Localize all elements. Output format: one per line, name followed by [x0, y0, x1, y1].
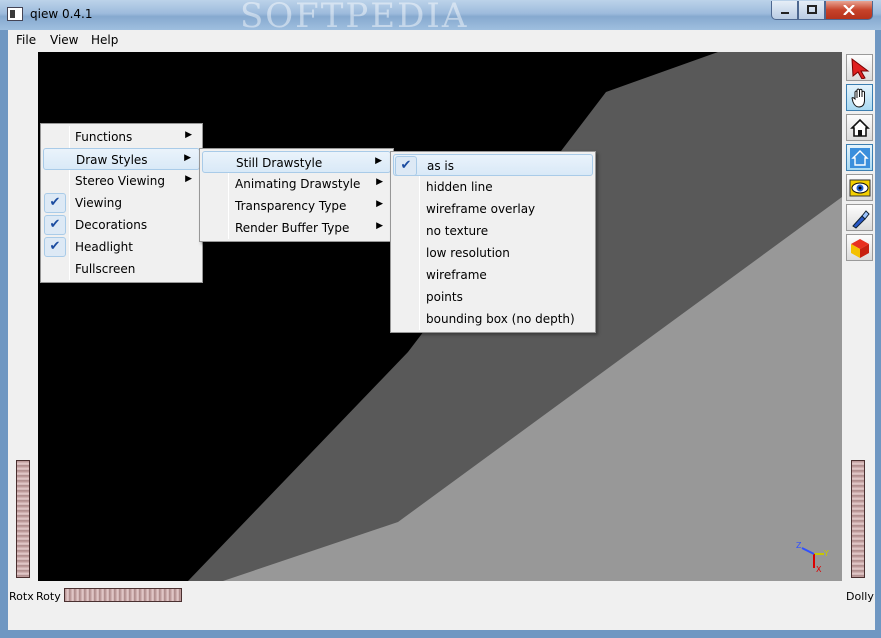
submenu-arrow-icon: ▶: [376, 221, 383, 231]
menu-item-headlight[interactable]: ✔ Headlight: [43, 236, 200, 258]
menu-item-as-is[interactable]: ✔ as is: [393, 154, 593, 176]
menu-item-bounding-box[interactable]: bounding box (no depth): [393, 308, 593, 330]
menu-item-transparency-type[interactable]: Transparency Type ▶: [202, 195, 391, 217]
home-icon: [849, 118, 870, 137]
menu-item-low-resolution[interactable]: low resolution: [393, 242, 593, 264]
select-mode-button[interactable]: [846, 54, 873, 81]
select-arrow-icon: [850, 57, 869, 79]
menu-item-viewing[interactable]: ✔ Viewing: [43, 192, 200, 214]
roty-label: Roty: [36, 590, 61, 603]
menu-item-hidden-line[interactable]: hidden line: [393, 176, 593, 198]
menu-item-points[interactable]: points: [393, 286, 593, 308]
minimize-icon: [780, 12, 789, 14]
axis-y-label: Y: [823, 549, 829, 558]
projection-button[interactable]: [846, 234, 873, 261]
dolly-wheel[interactable]: [851, 460, 865, 578]
view-all-button[interactable]: [846, 174, 873, 201]
menu-item-animating-drawstyle[interactable]: Animating Drawstyle ▶: [202, 173, 391, 195]
maximize-icon: [806, 5, 817, 14]
menu-item-stereo-viewing[interactable]: Stereo Viewing ▶: [43, 170, 200, 192]
submenu-arrow-icon: ▶: [185, 130, 192, 140]
submenu-arrow-icon: ▶: [185, 174, 192, 184]
app-icon[interactable]: [7, 7, 23, 21]
check-icon: ✔: [44, 237, 66, 257]
rotx-wheel[interactable]: [16, 460, 30, 578]
menu-item-functions[interactable]: Functions ▶: [43, 126, 200, 148]
check-icon: ✔: [44, 215, 66, 235]
menu-item-render-buffer-type[interactable]: Render Buffer Type ▶: [202, 217, 391, 239]
axis-z-label: Z: [796, 541, 802, 550]
still-drawstyle-menu: ✔ as is hidden line wireframe overlay no…: [390, 151, 596, 333]
axis-indicator: Y X Z: [796, 541, 829, 574]
view-menu: Functions ▶ Draw Styles ▶ Stereo Viewing ▶ …: [40, 123, 203, 283]
rotx-label: Rotx: [9, 590, 34, 603]
menu-item-still-drawstyle[interactable]: Still Drawstyle ▶: [202, 151, 391, 173]
hand-pan-icon: [850, 88, 865, 108]
menu-item-no-texture[interactable]: no texture: [393, 220, 593, 242]
draw-styles-menu: Still Drawstyle ▶ Animating Drawstyle ▶ Tr…: [199, 148, 394, 242]
menu-item-decorations[interactable]: ✔ Decorations: [43, 214, 200, 236]
submenu-arrow-icon: ▶: [376, 199, 383, 209]
home-button[interactable]: [846, 114, 873, 141]
close-button[interactable]: [825, 1, 873, 20]
projection-cube-icon: [850, 238, 869, 258]
set-home-button[interactable]: [846, 144, 873, 171]
seek-button[interactable]: [846, 204, 873, 231]
axis-x-label: X: [816, 565, 822, 574]
seek-flashlight-icon: [851, 209, 870, 229]
dolly-label: Dolly: [846, 590, 874, 603]
roty-wheel[interactable]: [64, 588, 182, 602]
menu-item-wireframe[interactable]: wireframe: [393, 264, 593, 286]
submenu-arrow-icon: ▶: [184, 153, 191, 163]
submenu-arrow-icon: ▶: [376, 177, 383, 187]
set-home-icon: [849, 147, 870, 168]
view-all-icon: [849, 179, 870, 196]
minimize-button[interactable]: [771, 1, 798, 20]
check-icon: ✔: [395, 156, 417, 176]
menu-view[interactable]: View: [50, 33, 78, 47]
submenu-arrow-icon: ▶: [375, 156, 382, 166]
check-icon: ✔: [44, 193, 66, 213]
close-icon: [843, 5, 855, 15]
title-bar[interactable]: SOFTPEDIA qiew 0.4.1: [0, 0, 881, 36]
menu-file[interactable]: File: [16, 33, 36, 47]
window-title: qiew 0.4.1: [30, 7, 93, 21]
menu-help[interactable]: Help: [91, 33, 118, 47]
menu-bar: File View Help: [8, 30, 875, 51]
menu-item-draw-styles[interactable]: Draw Styles ▶: [43, 148, 200, 170]
menu-item-wireframe-overlay[interactable]: wireframe overlay: [393, 198, 593, 220]
maximize-button[interactable]: [798, 1, 825, 20]
pan-mode-button[interactable]: [846, 84, 873, 111]
menu-item-fullscreen[interactable]: Fullscreen: [43, 258, 200, 280]
